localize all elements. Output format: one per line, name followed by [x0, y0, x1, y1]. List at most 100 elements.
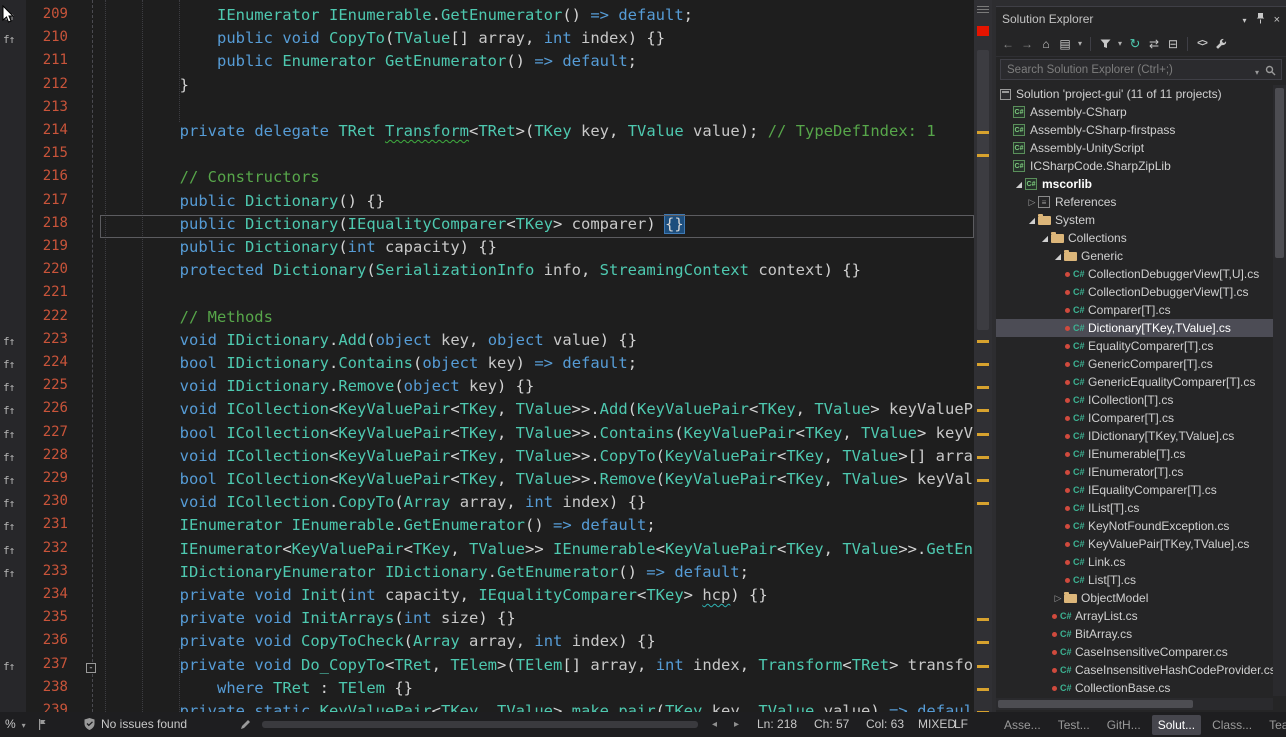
tree-item[interactable]: C#ArrayList.cs — [996, 607, 1273, 625]
code-token[interactable]: IEqualityComparer — [348, 215, 507, 233]
code-token[interactable] — [553, 52, 562, 70]
code-token[interactable]: , — [506, 493, 525, 511]
scrollbar-change-mark[interactable] — [977, 456, 989, 459]
method-glyph-icon[interactable]: f↑ — [3, 404, 14, 417]
code-token[interactable]: ) {} — [618, 632, 655, 650]
code-token[interactable]: TValue — [469, 540, 525, 558]
line-number[interactable]: 211 — [26, 52, 78, 75]
tree-item[interactable]: C#CollectionDebuggerView[T,U].cs — [996, 265, 1273, 283]
toolbar-caret-icon[interactable]: ▾ — [1116, 36, 1124, 52]
code-token[interactable]: int — [544, 29, 572, 47]
code-token[interactable] — [432, 609, 441, 627]
code-token[interactable]: key — [712, 702, 740, 712]
scrollbar-change-mark[interactable] — [977, 479, 989, 482]
code-token[interactable] — [562, 632, 571, 650]
code-token[interactable]: Init — [301, 586, 338, 604]
code-token[interactable]: TElem — [338, 679, 385, 697]
code-token[interactable]: ( — [366, 331, 375, 349]
code-token[interactable] — [572, 122, 581, 140]
code-token[interactable] — [217, 447, 226, 465]
code-token[interactable]: TKey — [460, 400, 497, 418]
code-line[interactable]: IEnumerator<KeyValuePair<TKey, TValue>> … — [100, 540, 974, 563]
code-token[interactable]: public — [180, 238, 236, 256]
glyph-margin[interactable]: f↑f↑f↑f↑f↑f↑f↑f↑f↑f↑f↑f↑f↑f↑ — [0, 0, 26, 712]
code-token[interactable]: object — [404, 377, 460, 395]
scrollbar-change-mark[interactable] — [977, 618, 989, 621]
fold-collapse-icon[interactable]: - — [86, 663, 96, 673]
code-token[interactable]: < — [329, 400, 338, 418]
code-token[interactable]: // Constructors — [180, 168, 320, 186]
code-token[interactable]: TValue — [516, 447, 572, 465]
method-glyph-icon[interactable]: f↑ — [3, 428, 14, 441]
scrollbar-change-mark[interactable] — [977, 688, 989, 691]
code-token[interactable]: key — [469, 377, 497, 395]
code-token[interactable]: , — [824, 447, 843, 465]
code-token[interactable]: GetEnumerator — [441, 6, 562, 24]
code-token[interactable]: TValue — [758, 702, 814, 712]
line-number[interactable]: 225 — [26, 377, 78, 400]
code-token[interactable]: TValue — [497, 702, 553, 712]
code-token[interactable]: private — [180, 702, 245, 712]
code-token[interactable]: , — [740, 702, 759, 712]
line-number[interactable]: 218 — [26, 215, 78, 238]
code-token[interactable]: IEnumerable — [292, 516, 395, 534]
code-token[interactable]: KeyValuePair — [338, 424, 450, 442]
line-number[interactable]: 214 — [26, 122, 78, 145]
tree-item[interactable]: ◢Generic — [996, 247, 1273, 265]
code-token[interactable]: Contains — [338, 354, 413, 372]
code-token[interactable]: , — [497, 470, 516, 488]
code-line[interactable]: bool IDictionary.Contains(object key) =>… — [100, 354, 974, 377]
panel-title-bar[interactable]: Solution Explorer ▾× — [996, 7, 1286, 31]
code-token[interactable]: keyValuePair — [936, 424, 974, 442]
tool-window-tab[interactable]: Solut... — [1152, 715, 1201, 735]
code-token[interactable]: , — [497, 424, 516, 442]
line-number[interactable]: 221 — [26, 284, 78, 307]
search-input[interactable] — [1000, 59, 1282, 80]
tree-item[interactable]: C#IList[T].cs — [996, 499, 1273, 517]
tool-window-tab[interactable]: Tea... — [1263, 715, 1286, 735]
code-token[interactable]: TValue — [516, 470, 572, 488]
code-token[interactable]: < — [637, 586, 646, 604]
line-number[interactable]: 232 — [26, 540, 78, 563]
code-token[interactable]: < — [777, 540, 786, 558]
code-token[interactable]: int — [525, 493, 553, 511]
code-token[interactable]: < — [469, 122, 478, 140]
code-token[interactable] — [684, 656, 693, 674]
code-token[interactable]: object — [488, 331, 544, 349]
line-number[interactable]: 212 — [26, 76, 78, 99]
code-token[interactable]: void — [282, 29, 319, 47]
line-number[interactable]: 238 — [26, 679, 78, 702]
code-token[interactable]: ) — [646, 215, 665, 233]
code-token[interactable]: ; — [646, 516, 655, 534]
code-token[interactable]: IDictionary — [385, 563, 488, 581]
code-token[interactable]: private — [180, 586, 245, 604]
code-token[interactable]: . — [329, 377, 338, 395]
code-token[interactable]: KeyValuePair — [338, 447, 450, 465]
code-token[interactable]: size — [441, 609, 478, 627]
code-token[interactable] — [217, 331, 226, 349]
code-line[interactable]: private static KeyValuePair<TKey, TValue… — [100, 702, 974, 712]
code-token[interactable]: . — [488, 563, 497, 581]
code-token[interactable]: ( — [338, 586, 347, 604]
code-token[interactable]: => — [646, 563, 665, 581]
code-token[interactable]: // Methods — [180, 308, 273, 326]
code-token[interactable] — [245, 609, 254, 627]
code-token[interactable] — [665, 563, 674, 581]
code-token[interactable]: Add — [338, 331, 366, 349]
code-token[interactable]: index — [581, 29, 628, 47]
code-token[interactable] — [245, 656, 254, 674]
code-token[interactable]: CopyTo — [329, 29, 385, 47]
code-token[interactable]: GetEnumerator — [385, 52, 506, 70]
code-token[interactable]: static — [254, 702, 310, 712]
code-token[interactable]: ICollection — [226, 447, 329, 465]
code-token[interactable]: ( — [404, 632, 413, 650]
code-token[interactable]: TKey — [786, 447, 823, 465]
code-token[interactable]: IEnumerable — [329, 6, 432, 24]
pin-icon[interactable] — [1256, 12, 1265, 27]
code-token[interactable]: KeyValuePair — [684, 424, 796, 442]
tree-item[interactable]: C#IComparer[T].cs — [996, 409, 1273, 427]
code-token[interactable]: int — [348, 586, 376, 604]
code-token[interactable] — [282, 516, 291, 534]
code-token[interactable]: void — [254, 609, 291, 627]
code-token[interactable]: TKey — [413, 540, 450, 558]
